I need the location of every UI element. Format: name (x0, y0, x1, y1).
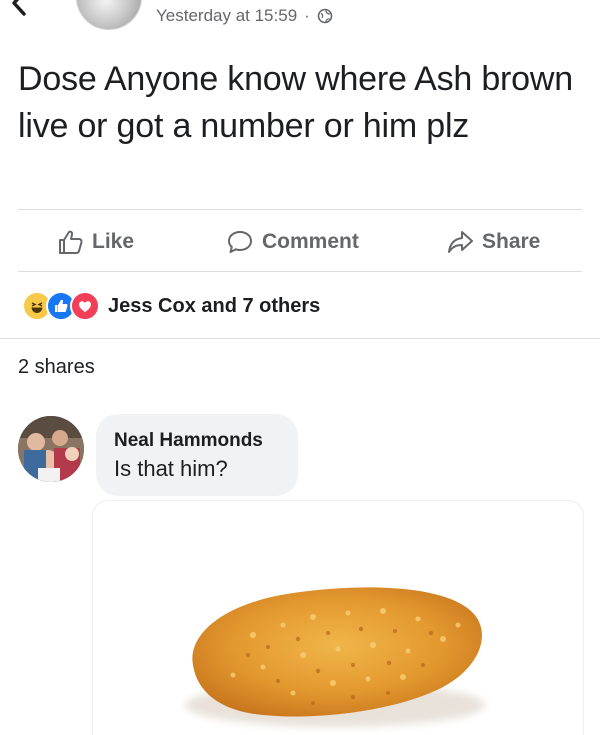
share-arrow-icon (448, 231, 473, 253)
like-label: Like (92, 230, 135, 253)
share-label: Share (482, 230, 541, 253)
meta-separator: · (304, 6, 310, 25)
globe-icon (317, 8, 333, 24)
comment-text: Is that him? (114, 456, 228, 481)
comment-label: Comment (262, 230, 359, 253)
post-text: Dose Anyone know where Ash brown live or… (18, 60, 573, 145)
hash-brown-image (185, 587, 485, 727)
action-bar: Like Comment Share (0, 214, 600, 270)
divider-top (18, 209, 582, 210)
commenter-avatar[interactable] (18, 416, 84, 482)
comment-attachment-image[interactable] (92, 500, 584, 735)
post-timestamp[interactable]: Yesterday at 15:59 (156, 6, 297, 26)
divider-actions (18, 271, 582, 272)
love-reaction-icon (70, 291, 100, 321)
shares-count[interactable]: 2 shares (18, 356, 95, 379)
share-button[interactable]: Share (446, 214, 540, 270)
back-chevron-icon[interactable] (6, 0, 32, 16)
comment-author[interactable]: Neal Hammonds (114, 428, 280, 454)
comment-button[interactable]: Comment (226, 214, 359, 270)
post-meta: Yesterday at 15:59 · (156, 4, 333, 28)
divider-reactions (0, 338, 600, 339)
speech-bubble-icon (228, 231, 252, 253)
reactions-summary[interactable]: Jess Cox and 7 others (22, 290, 320, 322)
thumbs-up-icon (59, 230, 83, 254)
reaction-icons (22, 291, 100, 321)
comment-bubble: Neal Hammonds Is that him? (96, 414, 298, 496)
reaction-names[interactable]: Jess Cox and 7 others (108, 295, 320, 318)
like-button[interactable]: Like (56, 214, 134, 270)
poster-avatar[interactable] (76, 0, 142, 30)
facebook-post-screen: Yesterday at 15:59 · Dose Anyone know wh… (0, 0, 600, 735)
